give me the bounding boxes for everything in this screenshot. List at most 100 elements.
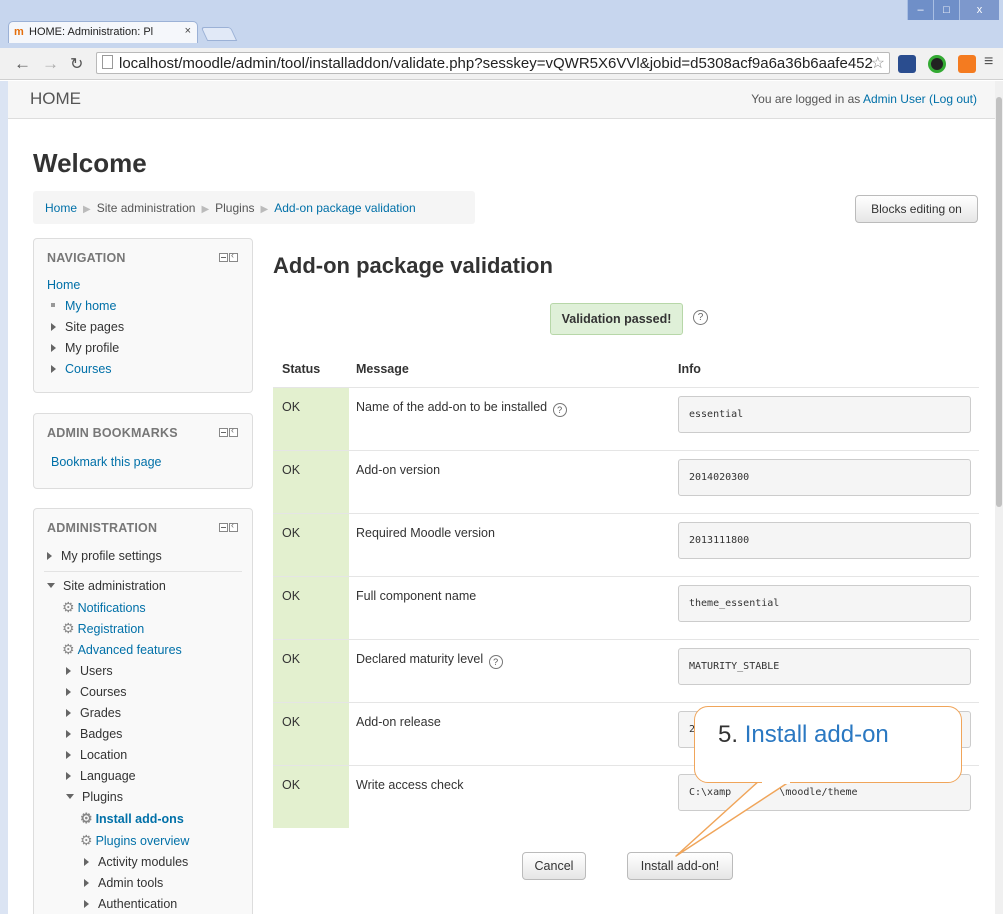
scrollbar-thumb[interactable] [996, 97, 1002, 507]
extension-camera-icon[interactable] [898, 55, 916, 73]
admin-item-site-administration[interactable]: Site administration [47, 579, 166, 593]
logout-link[interactable]: (Log out) [929, 92, 977, 106]
admin-item-grades[interactable]: Grades [66, 706, 121, 720]
callout-text: Install add-on [744, 721, 889, 748]
breadcrumb-home[interactable]: Home [45, 201, 77, 215]
expand-arrow-icon [66, 730, 71, 738]
status-cell: OK [273, 766, 349, 828]
minimize-block-icon[interactable] [219, 523, 228, 532]
dock-block-icon[interactable] [229, 425, 238, 437]
info-field: 2013111800 [678, 522, 971, 559]
dock-block-icon[interactable] [229, 520, 238, 532]
nav-home-link[interactable]: Home [47, 278, 80, 292]
admin-item-authentication[interactable]: Authentication [84, 897, 177, 911]
help-icon[interactable]: ? [693, 310, 708, 325]
admin-item-install-addons[interactable]: ⚙ Install add-ons [80, 810, 184, 827]
message-text: Name of the add-on to be installed [356, 400, 548, 414]
admin-item-plugins-overview[interactable]: ⚙ Plugins overview [80, 832, 189, 849]
reload-icon[interactable]: ↻ [70, 54, 83, 74]
extension-cart-icon[interactable] [958, 55, 976, 73]
admin-bookmarks-block: ADMIN BOOKMARKS Bookmark this page [33, 413, 253, 489]
gear-icon: ⚙ [62, 599, 75, 615]
maximize-icon[interactable]: □ [933, 0, 959, 20]
admin-item-my-profile-settings[interactable]: My profile settings [47, 549, 162, 563]
expand-arrow-icon [66, 772, 71, 780]
user-name-link[interactable]: Admin User [863, 92, 926, 106]
admin-item-users[interactable]: Users [66, 664, 113, 678]
admin-item-courses[interactable]: Courses [66, 685, 127, 699]
block-controls [219, 425, 238, 437]
help-icon[interactable]: ? [552, 403, 567, 417]
bookmark-this-page-link[interactable]: Bookmark this page [51, 455, 161, 469]
gear-icon: ⚙ [62, 641, 75, 657]
info-field: MATURITY_STABLE [678, 648, 971, 685]
gear-icon: ⚙ [80, 810, 93, 826]
minimize-icon[interactable]: – [907, 0, 933, 20]
install-addon-button[interactable]: Install add-on! [627, 852, 733, 880]
message-cell: Declared maturity level ? [356, 652, 503, 669]
admin-item-admin-tools[interactable]: Admin tools [84, 876, 163, 890]
status-cell: OK [273, 451, 349, 513]
status-cell: OK [273, 577, 349, 639]
menu-icon[interactable]: ≡ [984, 53, 993, 71]
browser-tab[interactable]: m HOME: Administration: Pl × [8, 21, 198, 43]
nav-item-my-profile[interactable]: My profile [51, 341, 119, 355]
administration-block: ADMINISTRATION My profile settings Site … [33, 508, 253, 914]
table-row: OK Required Moodle version 2013111800 [273, 513, 979, 576]
dock-block-icon[interactable] [229, 250, 238, 262]
administration-title: ADMINISTRATION [47, 521, 158, 535]
tab-close-icon[interactable]: × [185, 25, 191, 37]
admin-item-activity-modules[interactable]: Activity modules [84, 855, 188, 869]
minimize-block-icon[interactable] [219, 253, 228, 262]
message-cell: Add-on release [356, 715, 441, 729]
bookmark-star-icon[interactable]: ☆ [871, 53, 885, 73]
address-bar[interactable]: localhost/moodle/admin/tool/installaddon… [96, 52, 890, 74]
expand-arrow-icon [66, 709, 71, 717]
table-row: OK Add-on version 2014020300 [273, 450, 979, 513]
message-text: Add-on release [356, 715, 441, 729]
bullet-icon [51, 303, 55, 307]
message-cell: Full component name [356, 589, 476, 603]
divider [44, 571, 242, 572]
expand-arrow-icon [84, 858, 89, 866]
status-cell: OK [273, 703, 349, 765]
site-name[interactable]: HOME [30, 89, 81, 109]
admin-item-plugins[interactable]: Plugins [66, 790, 123, 804]
admin-item-advanced-features[interactable]: ⚙ Advanced features [62, 641, 182, 658]
main-heading: Add-on package validation [273, 253, 553, 278]
info-field: theme_essential [678, 585, 971, 622]
nav-item-my-home[interactable]: My home [51, 299, 116, 313]
page-scrollbar[interactable] [995, 81, 1003, 914]
breadcrumb-addon-validation[interactable]: Add-on package validation [274, 201, 415, 215]
callout-step-number: 5. [718, 721, 739, 748]
expand-arrow-icon [66, 688, 71, 696]
message-text: Write access check [356, 778, 464, 792]
message-cell: Write access check [356, 778, 463, 792]
admin-item-notifications[interactable]: ⚙ Notifications [62, 599, 146, 616]
blocks-editing-button[interactable]: Blocks editing on [855, 195, 978, 223]
expand-arrow-icon [84, 879, 89, 887]
message-text: Add-on version [356, 463, 441, 477]
status-cell: OK [273, 514, 349, 576]
nav-item-site-pages[interactable]: Site pages [51, 320, 124, 334]
extension-circle-icon[interactable] [928, 55, 946, 73]
admin-item-language[interactable]: Language [66, 769, 136, 783]
page-title: Welcome [33, 148, 147, 178]
admin-item-location[interactable]: Location [66, 748, 127, 762]
new-tab-button[interactable] [200, 27, 238, 41]
admin-item-registration[interactable]: ⚙ Registration [62, 620, 144, 637]
forward-arrow-icon[interactable]: → [42, 54, 59, 74]
message-cell: Required Moodle version [356, 526, 495, 540]
nav-item-courses[interactable]: Courses [51, 362, 112, 376]
breadcrumb-separator-icon: ▶ [260, 204, 269, 215]
minimize-block-icon[interactable] [219, 428, 228, 437]
help-icon[interactable]: ? [488, 655, 503, 669]
message-cell: Add-on version [356, 463, 440, 477]
back-arrow-icon[interactable]: ← [14, 54, 31, 74]
cancel-button[interactable]: Cancel [522, 852, 586, 880]
admin-item-badges[interactable]: Badges [66, 727, 122, 741]
status-cell: OK [273, 388, 349, 450]
expand-arrow-icon [84, 900, 89, 908]
expand-arrow-icon [51, 365, 56, 373]
close-window-icon[interactable]: x [959, 0, 999, 20]
